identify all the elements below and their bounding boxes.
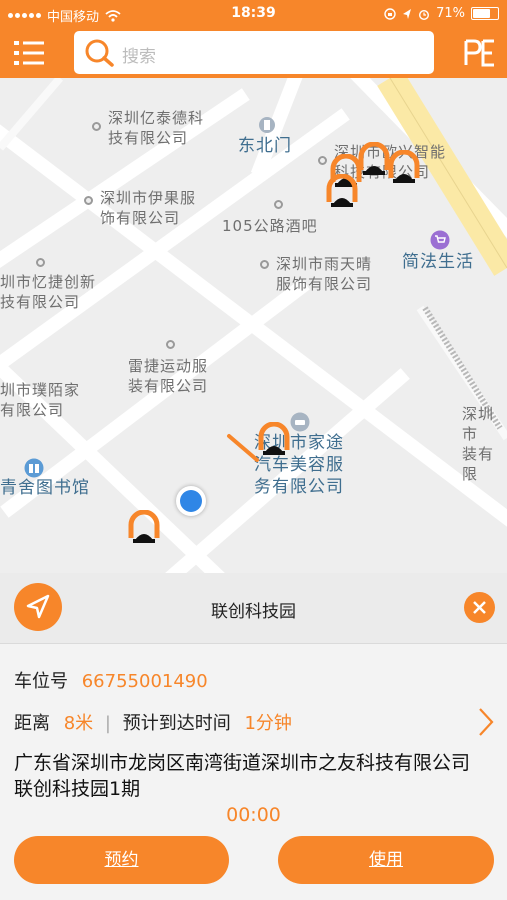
eta-value: 1分钟	[244, 713, 292, 734]
distance-row: 距离 8米 | 预计到达时间 1分钟	[14, 709, 292, 735]
poi-marker	[92, 122, 101, 131]
distance-label: 距离	[14, 713, 50, 734]
close-icon	[473, 601, 486, 614]
shopping-cart-icon	[430, 230, 450, 250]
chevron-right-icon[interactable]	[476, 706, 496, 738]
timer-text: 00:00	[226, 804, 281, 826]
search-placeholder: 搜索	[122, 47, 156, 67]
poi-label-shop[interactable]: 简法生活	[402, 252, 474, 272]
parking-spot-icon[interactable]	[326, 174, 358, 208]
poi-label[interactable]: 深圳市伊果服 饰有限公司	[100, 188, 196, 228]
spot-number-value: 66755001490	[81, 671, 208, 692]
search-input[interactable]: 搜索	[74, 31, 434, 74]
status-right: 71%	[384, 6, 499, 21]
car-service-icon	[290, 412, 310, 432]
lock-rotation-icon	[384, 7, 396, 20]
eta-label: 预计到达时间	[122, 713, 231, 734]
poi-label-library[interactable]: 青舍图书馆	[0, 478, 90, 498]
battery-icon	[471, 7, 499, 20]
poi-marker	[274, 200, 283, 209]
map-view[interactable]: 深圳亿泰德科技有限公司 东北门 深圳市欧兴智能科技有限公司 深圳市伊果服饰有限公…	[0, 78, 507, 573]
alarm-icon	[419, 9, 430, 20]
use-button[interactable]: 使用	[278, 836, 494, 884]
current-location-marker	[176, 486, 206, 516]
poi-label[interactable]: 雷捷运动服 装有限公司	[128, 356, 208, 396]
poi-label[interactable]: 深圳亿泰德科 技有限公司	[108, 108, 204, 148]
poi-label-gate[interactable]: 东北门	[238, 136, 292, 156]
poi-label[interactable]: 深圳市 装有限	[462, 404, 507, 484]
divider: |	[104, 713, 111, 734]
distance-value: 8米	[63, 713, 94, 734]
status-bar: 中国移动 18:39 71%	[0, 0, 507, 28]
gate-icon	[259, 117, 275, 133]
poi-marker	[260, 260, 269, 269]
library-icon	[24, 458, 44, 478]
search-icon	[85, 39, 114, 67]
poi-label[interactable]: 105公路酒吧	[222, 216, 318, 236]
pe-icon[interactable]	[463, 38, 497, 68]
parking-detail-panel: 联创科技园 车位号 66755001490 距离 8米 | 预计到达时间 1分钟…	[0, 573, 507, 900]
parking-spot-icon[interactable]	[358, 142, 390, 176]
poi-label[interactable]: 圳市璞陌家 有限公司	[0, 380, 80, 420]
spot-number-label: 车位号	[14, 671, 68, 692]
poi-marker	[166, 340, 175, 349]
poi-marker	[84, 196, 93, 205]
address-text: 广东省深圳市龙岗区南湾街道深圳市之友科技有限公司联创科技园1期	[14, 752, 471, 800]
location-arrow-icon	[403, 8, 412, 19]
poi-label[interactable]: 圳市忆捷创新 技有限公司	[0, 272, 96, 312]
poi-marker	[36, 258, 45, 267]
top-bar: 搜索	[0, 28, 507, 78]
list-menu-icon[interactable]	[12, 38, 46, 68]
panel-header: 联创科技园	[0, 573, 507, 644]
parking-spot-icon[interactable]	[388, 150, 420, 184]
battery-percent: 71%	[436, 6, 465, 21]
parking-spot-icon[interactable]	[128, 510, 160, 544]
poi-marker	[318, 156, 327, 165]
panel-title: 联创科技园	[211, 602, 296, 622]
route-line	[227, 434, 259, 462]
reserve-button[interactable]: 预约	[14, 836, 229, 884]
close-button[interactable]	[464, 592, 495, 623]
poi-label[interactable]: 深圳市雨天晴 服饰有限公司	[276, 254, 372, 294]
spot-number-row: 车位号 66755001490	[14, 667, 208, 693]
